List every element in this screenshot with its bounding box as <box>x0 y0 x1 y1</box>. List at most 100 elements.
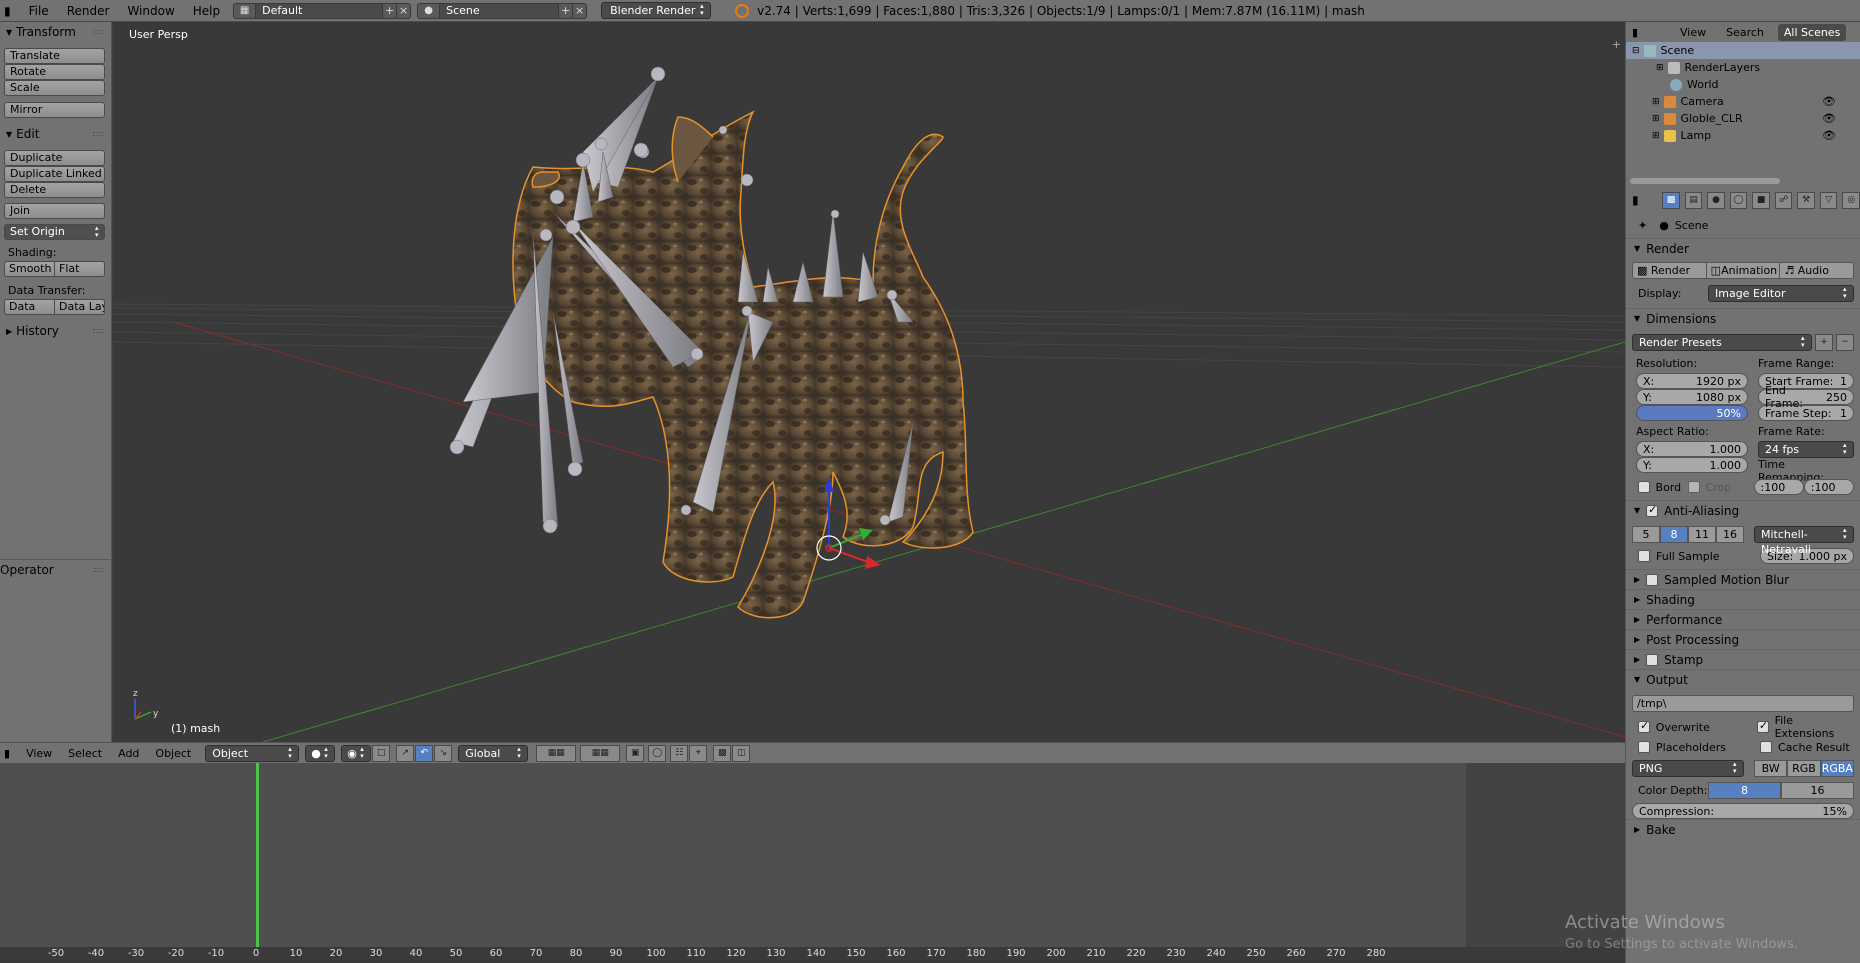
render-button[interactable]: ▩ Render <box>1632 262 1707 279</box>
scale-manipulator-icon[interactable]: ↘ <box>434 744 453 762</box>
aspect-x-field[interactable]: X: 1.000 <box>1636 441 1748 457</box>
data-button[interactable]: Data <box>4 299 55 315</box>
menu-window[interactable]: Window <box>118 0 183 22</box>
mode-dropdown[interactable]: Object Mode <box>205 744 300 775</box>
display-mode-dropdown[interactable]: All Scenes <box>1777 23 1847 41</box>
placeholders-checkbox[interactable] <box>1638 741 1650 753</box>
compression-field[interactable]: Compression: 15% <box>1632 803 1854 819</box>
scene-tab-icon[interactable]: ● <box>1707 191 1725 209</box>
visibility-eye-icon[interactable]: 👁 <box>1822 112 1836 125</box>
render-presets-dropdown[interactable]: Render Presets <box>1632 334 1812 351</box>
lock-layers-icon[interactable]: ▣ <box>626 744 645 762</box>
motion-blur-checkbox[interactable] <box>1646 573 1659 586</box>
remove-scene-icon[interactable]: × <box>572 3 586 18</box>
renderlayers-tab-icon[interactable]: ▤ <box>1684 191 1703 209</box>
stamp-checkbox[interactable] <box>1646 653 1659 666</box>
menu-add[interactable]: Add <box>110 747 147 760</box>
menu-file[interactable]: File <box>20 0 58 22</box>
panel-render-header[interactable]: ▼ Render <box>1626 238 1860 258</box>
horizontal-scrollbar[interactable] <box>1630 178 1780 184</box>
antialiasing-checkbox[interactable] <box>1646 503 1659 517</box>
panel-post-processing-header[interactable]: ▶ Post Processing <box>1626 629 1860 649</box>
render-opengl-icon[interactable]: ▩ <box>713 744 732 762</box>
modifiers-tab-icon[interactable]: ⚒ <box>1797 191 1815 209</box>
orientation-dropdown[interactable]: Global <box>458 744 529 762</box>
frame-ruler[interactable]: -50 -40 -30 -20 -10 0 10 20 30 40 50 60 70 80 90 100 110… <box>0 947 1625 963</box>
data-layout-button[interactable]: Data Layo <box>55 299 105 315</box>
render-animation-icon[interactable]: ◫ <box>732 744 751 762</box>
menu-render[interactable]: Render <box>58 0 119 22</box>
expand-plus-icon[interactable]: ⊞ <box>1652 97 1660 107</box>
expand-plus-icon[interactable]: ⊞ <box>1652 131 1660 141</box>
constraints-tab-icon[interactable]: ☍ <box>1774 191 1793 209</box>
aa-sample-16[interactable]: 16 <box>1716 526 1744 543</box>
panel-motion-blur-header[interactable]: ▶ Sampled Motion Blur <box>1626 569 1860 589</box>
color-mode-rgb[interactable]: RGB <box>1787 760 1821 777</box>
remove-preset-icon[interactable]: − <box>1836 334 1854 351</box>
aspect-y-field[interactable]: Y: 1.000 <box>1636 457 1748 473</box>
outliner-row-lamp[interactable]: ⊞ Lamp 👁 <box>1626 127 1860 144</box>
editor-type-icon[interactable]: ▮ <box>1626 26 1654 39</box>
visibility-eye-icon[interactable]: 👁 <box>1822 129 1836 142</box>
time-remap-new-field[interactable]: :100 <box>1803 479 1855 495</box>
add-scene-icon[interactable]: + <box>558 3 572 18</box>
panel-dimensions-header[interactable]: ▼ Dimensions <box>1626 308 1860 328</box>
expand-minus-icon[interactable]: ⊟ <box>1632 46 1640 56</box>
menu-search[interactable]: Search <box>1716 26 1774 39</box>
aa-filter-dropdown[interactable]: Mitchell-Netravali <box>1754 526 1854 556</box>
translate-manipulator-icon[interactable]: ↗ <box>396 744 415 762</box>
panel-history-header[interactable]: ▶ History <box>0 321 111 341</box>
panel-transform-header[interactable]: ▼ Transform <box>0 22 111 42</box>
visibility-eye-icon[interactable]: 👁 <box>1822 95 1836 108</box>
menu-view[interactable]: View <box>18 747 60 760</box>
grip-icon[interactable] <box>94 568 104 572</box>
editor-type-icon[interactable]: ▮ <box>0 747 18 760</box>
color-mode-bw[interactable]: BW <box>1754 760 1788 777</box>
3d-viewport[interactable]: z y User Persp (1) mash + <box>113 22 1625 742</box>
overwrite-checkbox[interactable] <box>1638 719 1650 733</box>
editor-type-icon[interactable]: ▮ <box>0 0 20 22</box>
layout-name[interactable]: Default <box>256 3 383 18</box>
layers-grid-1[interactable]: ▦▦ <box>536 744 577 762</box>
add-preset-icon[interactable]: + <box>1815 334 1833 351</box>
aa-sample-8[interactable]: 8 <box>1660 526 1688 543</box>
panel-stamp-header[interactable]: ▶ Stamp <box>1626 649 1860 669</box>
remove-layout-icon[interactable]: × <box>396 3 410 18</box>
file-format-dropdown[interactable]: PNG <box>1632 760 1744 777</box>
color-mode-rgba[interactable]: RGBA <box>1820 760 1854 777</box>
pivot-dropdown[interactable]: ◉ <box>341 744 372 762</box>
display-dropdown[interactable]: Image Editor <box>1708 285 1854 302</box>
expand-plus-icon[interactable]: ⊞ <box>1656 63 1664 73</box>
mirror-button[interactable]: Mirror <box>4 102 105 118</box>
flat-button[interactable]: Flat <box>55 261 105 277</box>
panel-antialiasing-header[interactable]: ▼Anti-Aliasing <box>1626 500 1860 520</box>
panel-bake-header[interactable]: ▶ Bake <box>1626 819 1860 839</box>
render-tab-icon[interactable]: ▩ <box>1662 191 1680 209</box>
time-remap-old-field[interactable]: :100 <box>1753 479 1804 495</box>
outliner-row-camera[interactable]: ⊞ Camera 👁 <box>1626 93 1860 110</box>
rotate-button[interactable]: Rotate <box>4 64 105 80</box>
snap-element-icon[interactable]: ⌖ <box>689 744 708 762</box>
smooth-button[interactable]: Smooth <box>4 261 55 277</box>
resolution-y-field[interactable]: Y: 1080 px <box>1636 389 1748 405</box>
crop-checkbox[interactable] <box>1687 481 1700 493</box>
grip-icon[interactable] <box>93 132 103 136</box>
outliner-row-scene[interactable]: ⊟ Scene <box>1626 42 1860 59</box>
rotate-manipulator-icon[interactable]: ↶ <box>415 744 434 762</box>
resolution-percent-field[interactable]: 50% <box>1636 405 1748 421</box>
grip-icon[interactable] <box>93 30 103 34</box>
screen-layout-selector[interactable]: ▦ Default + × <box>233 2 412 19</box>
panel-output-header[interactable]: ▼ Output <box>1626 669 1860 689</box>
full-sample-checkbox[interactable] <box>1638 550 1650 562</box>
aa-sample-5[interactable]: 5 <box>1632 526 1660 543</box>
snap-toggle-icon[interactable]: ☷ <box>670 744 689 762</box>
set-origin-dropdown[interactable]: Set Origin <box>4 224 105 240</box>
join-button[interactable]: Join <box>4 203 105 219</box>
data-tab-icon[interactable]: ▽ <box>1819 191 1838 209</box>
frame-step-field[interactable]: Frame Step: 1 <box>1758 405 1854 421</box>
outliner-row-world[interactable]: World <box>1626 76 1860 93</box>
editor-type-icon[interactable]: ▮ <box>1632 193 1657 207</box>
aa-sample-11[interactable]: 11 <box>1688 526 1716 543</box>
end-frame-field[interactable]: End Frame: 250 <box>1758 384 1854 410</box>
outliner-row-renderlayers[interactable]: ⊞ RenderLayers <box>1626 59 1860 76</box>
